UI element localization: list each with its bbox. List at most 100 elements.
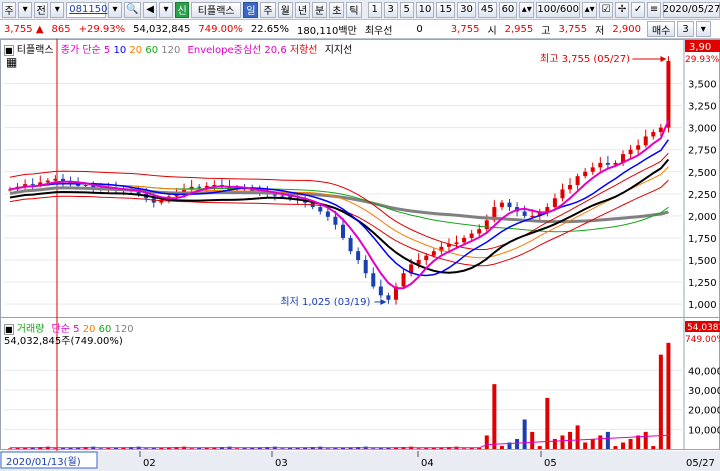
candle-body — [583, 171, 588, 177]
price-tick-label: 1,500 — [688, 256, 717, 267]
legend-ma120: 120 — [161, 45, 181, 56]
period-button-5[interactable]: 초 — [329, 1, 345, 18]
interval-button-45[interactable]: 45 — [477, 1, 497, 18]
previous-button[interactable]: 전 — [34, 1, 49, 18]
stock-chart[interactable]: 3,500 3,250 3,000 2,750 2,500 2,250 2,000 1,750… — [0, 39, 720, 471]
legend-ma60: 60 — [145, 45, 159, 56]
period-button-3[interactable]: 년 — [294, 1, 311, 18]
quote-bar: 3,755 ▲ 865 +29.93% 54,032,845 749.00% 2… — [0, 20, 720, 39]
volume-bar — [636, 435, 641, 449]
sound-icon[interactable]: ◀ — [143, 1, 158, 18]
candle-body — [545, 207, 550, 212]
cursor-date-label: 2020/01/13(월) — [6, 456, 81, 468]
chart-canvas[interactable]: 3,500 3,250 3,000 2,750 2,500 2,250 2,000 1,750… — [0, 39, 720, 471]
volume-bar — [643, 431, 648, 449]
stock-name-field[interactable]: 티플랙스 — [191, 1, 242, 18]
interval-button-3[interactable]: 3 — [383, 1, 398, 18]
stepper-icon[interactable]: ▴▾ — [582, 1, 598, 18]
volume-bar — [605, 431, 610, 449]
legend-envelope: Envelope중심선 20,6 — [187, 45, 287, 56]
candle-body — [333, 216, 338, 225]
volume-value-line: 54,032,845주(749.00%) — [4, 336, 123, 347]
code-dropdown-icon[interactable]: ▾ — [108, 1, 123, 18]
price-change-rate: +29.93% — [78, 23, 126, 35]
number-selector[interactable]: 3 — [677, 21, 694, 37]
period-button-0[interactable]: 일 — [243, 1, 259, 18]
chart-toolbar: 주 ▾ 전 ▾ 081150 ▾ 🔍 ◀ ▾ 신 티플랙스 일주월년분초틱 13… — [0, 0, 720, 20]
interval-button-30[interactable]: 30 — [457, 1, 476, 18]
volume-bar — [621, 442, 626, 449]
candle-body — [598, 162, 603, 168]
price-legend: ■ 티플랙스 종가 단순 5 10 20 60 120 Envelope중심선 … — [4, 41, 352, 56]
price-tick-label: 1,750 — [688, 234, 717, 245]
interval-button-60[interactable]: 60 — [498, 1, 518, 18]
volume-bar — [235, 448, 240, 449]
period-button-2[interactable]: 월 — [277, 1, 293, 18]
volume-bar — [560, 435, 565, 449]
interval-button-1[interactable]: 1 — [367, 1, 382, 18]
volume-bar — [598, 435, 603, 449]
chart-type-selector[interactable]: 주 — [2, 1, 17, 18]
interval-button-5[interactable]: 5 — [399, 1, 414, 18]
candle-body — [552, 198, 557, 208]
interval-button-15[interactable]: 15 — [436, 1, 456, 18]
legend-resistance: 저항선 — [289, 45, 318, 56]
candle-body — [636, 145, 641, 150]
month-tick-label: 02 — [143, 458, 156, 469]
high-annotation: 최고 3,755 (05/27) — [540, 53, 630, 65]
buy-button[interactable]: 매수 — [646, 21, 676, 37]
interval-buttons: 1 3 5 10 15 30 45 60 — [366, 1, 518, 18]
candle-body — [53, 178, 58, 181]
date-field[interactable]: 2020/05/27 — [663, 1, 720, 18]
high-label: 고 — [541, 25, 551, 37]
toggle-icon[interactable]: ✓ — [631, 1, 646, 18]
range-field[interactable]: 100/600 — [536, 1, 581, 18]
period-button-1[interactable]: 주 — [260, 1, 276, 18]
volume-bar — [552, 438, 557, 449]
price-tick-label: 1,250 — [688, 278, 717, 289]
candle-body — [30, 184, 35, 186]
dropdown-arrow-icon[interactable]: ▾ — [159, 1, 174, 18]
volume-bar — [280, 448, 285, 449]
dropdown-arrow-icon[interactable]: ▾ — [695, 21, 711, 37]
dropdown-arrow-icon[interactable]: ▾ — [18, 1, 33, 18]
legend-ma10: 10 — [113, 45, 127, 56]
volume-bar — [628, 438, 633, 449]
price-tick-label: 2,500 — [688, 168, 717, 179]
legend-ma5: 5 — [103, 45, 111, 56]
price-tick-label: 3,500 — [688, 79, 717, 90]
volume-rate: 749.00% — [198, 23, 243, 35]
volume-bar — [325, 448, 330, 449]
x-axis-strip — [0, 451, 720, 471]
candle-body — [560, 189, 565, 199]
volume-bar — [53, 448, 58, 449]
price-tick-label: 2,750 — [688, 146, 717, 157]
period-button-4[interactable]: 분 — [312, 1, 328, 18]
candle-body — [431, 251, 436, 256]
legend-ma20: 20 — [129, 45, 143, 56]
price-tick-label: 1,000 — [688, 300, 717, 311]
grid-icon[interactable]: ▦ — [6, 55, 17, 69]
list-icon[interactable]: ≡ — [647, 1, 662, 18]
candle-body — [469, 233, 474, 238]
candle-body — [530, 215, 535, 217]
volume-bar — [613, 446, 618, 449]
candle-body — [507, 202, 512, 208]
checkbox-icon[interactable]: ☑ — [599, 1, 614, 18]
search-icon[interactable]: 🔍 — [124, 1, 142, 18]
dropdown-arrow-icon[interactable]: ▾ — [50, 1, 65, 18]
stepper-icon[interactable]: ▴▾ — [519, 1, 535, 18]
candle-body — [371, 273, 376, 287]
price-tick-label: 3,250 — [688, 102, 717, 113]
volume-bar — [537, 446, 542, 449]
period-button-6[interactable]: 틱 — [346, 1, 362, 18]
legend-support: 지지선 — [324, 45, 353, 56]
crosshair-icon[interactable]: ✢ — [615, 1, 630, 18]
volume-bar — [590, 438, 595, 449]
candle-body — [401, 273, 406, 287]
candle-body — [590, 167, 595, 172]
candle-body — [318, 207, 323, 212]
interval-button-10[interactable]: 10 — [415, 1, 435, 18]
candle-body — [499, 202, 504, 208]
stock-code-input[interactable]: 081150 — [66, 1, 107, 18]
